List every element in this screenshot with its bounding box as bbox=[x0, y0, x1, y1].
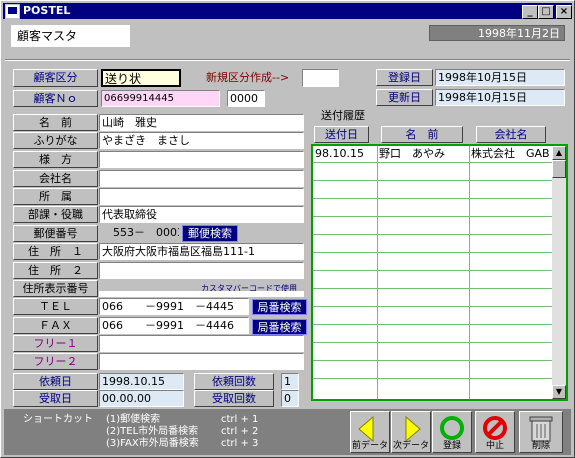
address-display-field[interactable] bbox=[99, 291, 304, 297]
receive-date-field[interactable]: 00.00.00 bbox=[99, 390, 184, 407]
postal-field[interactable]: 553－ 0003 bbox=[99, 225, 179, 242]
updated-date-button[interactable]: 更新日 bbox=[376, 89, 433, 106]
customer-no-suffix[interactable]: 0000 bbox=[227, 90, 265, 107]
prev-arrow-icon bbox=[358, 415, 374, 443]
app-icon[interactable] bbox=[5, 4, 20, 19]
receive-count-field[interactable]: 0 bbox=[281, 390, 299, 407]
name-field[interactable]: 山崎 雅史 bbox=[99, 114, 304, 131]
register-circle-icon bbox=[440, 416, 464, 440]
title-bar[interactable]: POSTEL _ □ × bbox=[3, 3, 572, 19]
address1-field[interactable]: 大阪府大阪市福島区福島111-1 bbox=[99, 243, 304, 260]
shortcut-key-1: ctrl + 1 bbox=[221, 414, 259, 425]
customer-no-field[interactable]: 06699914445 bbox=[101, 90, 220, 107]
scroll-down-icon[interactable]: ▼ bbox=[552, 385, 566, 399]
department-label: 部課・役職 bbox=[13, 206, 98, 223]
category-field[interactable]: 送り状 bbox=[101, 69, 181, 87]
company-field[interactable] bbox=[99, 170, 304, 187]
fax-label: ＦＡＸ bbox=[13, 317, 98, 334]
history-row-name[interactable]: 野口 あやみ bbox=[379, 146, 445, 162]
registered-date-button[interactable]: 登録日 bbox=[376, 69, 433, 86]
honorific-field[interactable] bbox=[99, 151, 304, 168]
fax-field[interactable]: 066 －9991 －4446 bbox=[99, 317, 249, 334]
new-category-field[interactable] bbox=[302, 69, 339, 87]
next-data-button[interactable]: 次データ bbox=[391, 411, 431, 453]
request-count-label: 依頼回数 bbox=[194, 373, 274, 390]
shortcut-item-1: (1)郵便検索 bbox=[106, 414, 161, 425]
prev-data-label: 前データ bbox=[351, 441, 388, 451]
kana-label: ふりがな bbox=[13, 132, 98, 149]
shortcut-item-3: (3)FAX市外局番検索 bbox=[106, 438, 199, 449]
free1-field[interactable] bbox=[99, 335, 304, 352]
shortcut-label: ショートカット bbox=[23, 414, 93, 425]
registered-date-field: 1998年10月15日 bbox=[435, 69, 565, 86]
history-col-name[interactable]: 名 前 bbox=[381, 126, 463, 143]
scroll-thumb[interactable] bbox=[552, 160, 566, 178]
receive-date-label: 受取日 bbox=[13, 390, 98, 407]
receive-count-label: 受取回数 bbox=[194, 390, 274, 407]
kana-field[interactable]: やまざき まさし bbox=[99, 132, 304, 149]
address2-label: 住 所 ２ bbox=[13, 262, 98, 279]
history-row-date[interactable]: 98.10.15 bbox=[315, 146, 364, 162]
category-button[interactable]: 顧客区分 bbox=[13, 69, 98, 87]
shortcut-item-2: (2)TEL市外局番検索 bbox=[106, 426, 199, 437]
scroll-up-icon[interactable]: ▲ bbox=[552, 146, 566, 160]
history-scrollbar[interactable]: ▲ ▼ bbox=[552, 146, 566, 399]
request-count-field[interactable]: 1 bbox=[281, 373, 299, 390]
honorific-label: 様 方 bbox=[13, 151, 98, 168]
affiliation-label: 所 属 bbox=[13, 188, 98, 205]
fax-search-button[interactable]: 局番検索 bbox=[252, 319, 307, 335]
tel-search-button[interactable]: 局番検索 bbox=[252, 299, 307, 315]
next-arrow-icon bbox=[405, 415, 421, 443]
history-col-date[interactable]: 送付日 bbox=[314, 126, 369, 143]
tel-label: ＴＥＬ bbox=[13, 298, 98, 315]
updated-date-field: 1998年10月15日 bbox=[435, 89, 565, 106]
stop-icon bbox=[483, 416, 507, 440]
next-data-label: 次データ bbox=[392, 441, 429, 451]
history-list[interactable]: 98.10.15 野口 あやみ 株式会社 GAB ▲ ▼ bbox=[311, 144, 568, 401]
request-date-label: 依頼日 bbox=[13, 373, 98, 390]
register-button[interactable]: 登録 bbox=[432, 411, 472, 453]
history-row-company[interactable]: 株式会社 GAB bbox=[471, 146, 551, 162]
prev-data-button[interactable]: 前データ bbox=[350, 411, 390, 453]
free2-field[interactable] bbox=[99, 353, 304, 370]
trash-icon bbox=[529, 416, 553, 442]
form-title: 顧客マスタ bbox=[11, 25, 130, 47]
register-label: 登録 bbox=[442, 441, 461, 451]
shortcut-key-3: ctrl + 3 bbox=[221, 438, 259, 449]
name-label: 名 前 bbox=[13, 114, 98, 131]
main-window: POSTEL _ □ × 顧客マスタ 1998年11月2日 顧客区分 送り状 新… bbox=[0, 0, 575, 458]
history-title: 送付履歴 bbox=[321, 109, 365, 122]
maximize-button[interactable]: □ bbox=[538, 5, 554, 19]
cancel-label: 中止 bbox=[485, 441, 504, 451]
request-date-field[interactable]: 1998.10.15 bbox=[99, 373, 184, 390]
free2-label: フリー２ bbox=[13, 353, 98, 370]
current-date: 1998年11月2日 bbox=[429, 25, 565, 41]
history-col-company[interactable]: 会社名 bbox=[476, 126, 546, 143]
new-category-label: 新規区分作成--> bbox=[206, 71, 290, 84]
divider bbox=[5, 59, 570, 61]
postal-label: 郵便番号 bbox=[13, 225, 98, 242]
close-button[interactable]: × bbox=[556, 5, 572, 19]
customer-no-button[interactable]: 顧客Ｎｏ bbox=[13, 90, 98, 107]
address-display-label: 住所表示番号 bbox=[13, 280, 98, 297]
minimize-button[interactable]: _ bbox=[522, 5, 538, 19]
address2-field[interactable] bbox=[99, 262, 304, 279]
address1-label: 住 所 １ bbox=[13, 243, 98, 260]
window-title: POSTEL bbox=[23, 4, 71, 17]
free1-label: フリー１ bbox=[13, 335, 98, 352]
department-field[interactable]: 代表取締役 bbox=[99, 206, 304, 223]
postal-search-button[interactable]: 郵便検索 bbox=[182, 225, 238, 242]
shortcut-key-2: ctrl + 2 bbox=[221, 426, 259, 437]
delete-button[interactable]: 削除 bbox=[519, 411, 563, 453]
delete-label: 削除 bbox=[531, 441, 550, 451]
tel-field[interactable]: 066 －9991 －4445 bbox=[99, 298, 249, 315]
affiliation-field[interactable] bbox=[99, 188, 304, 205]
cancel-button[interactable]: 中止 bbox=[475, 411, 515, 453]
company-label: 会社名 bbox=[13, 170, 98, 187]
